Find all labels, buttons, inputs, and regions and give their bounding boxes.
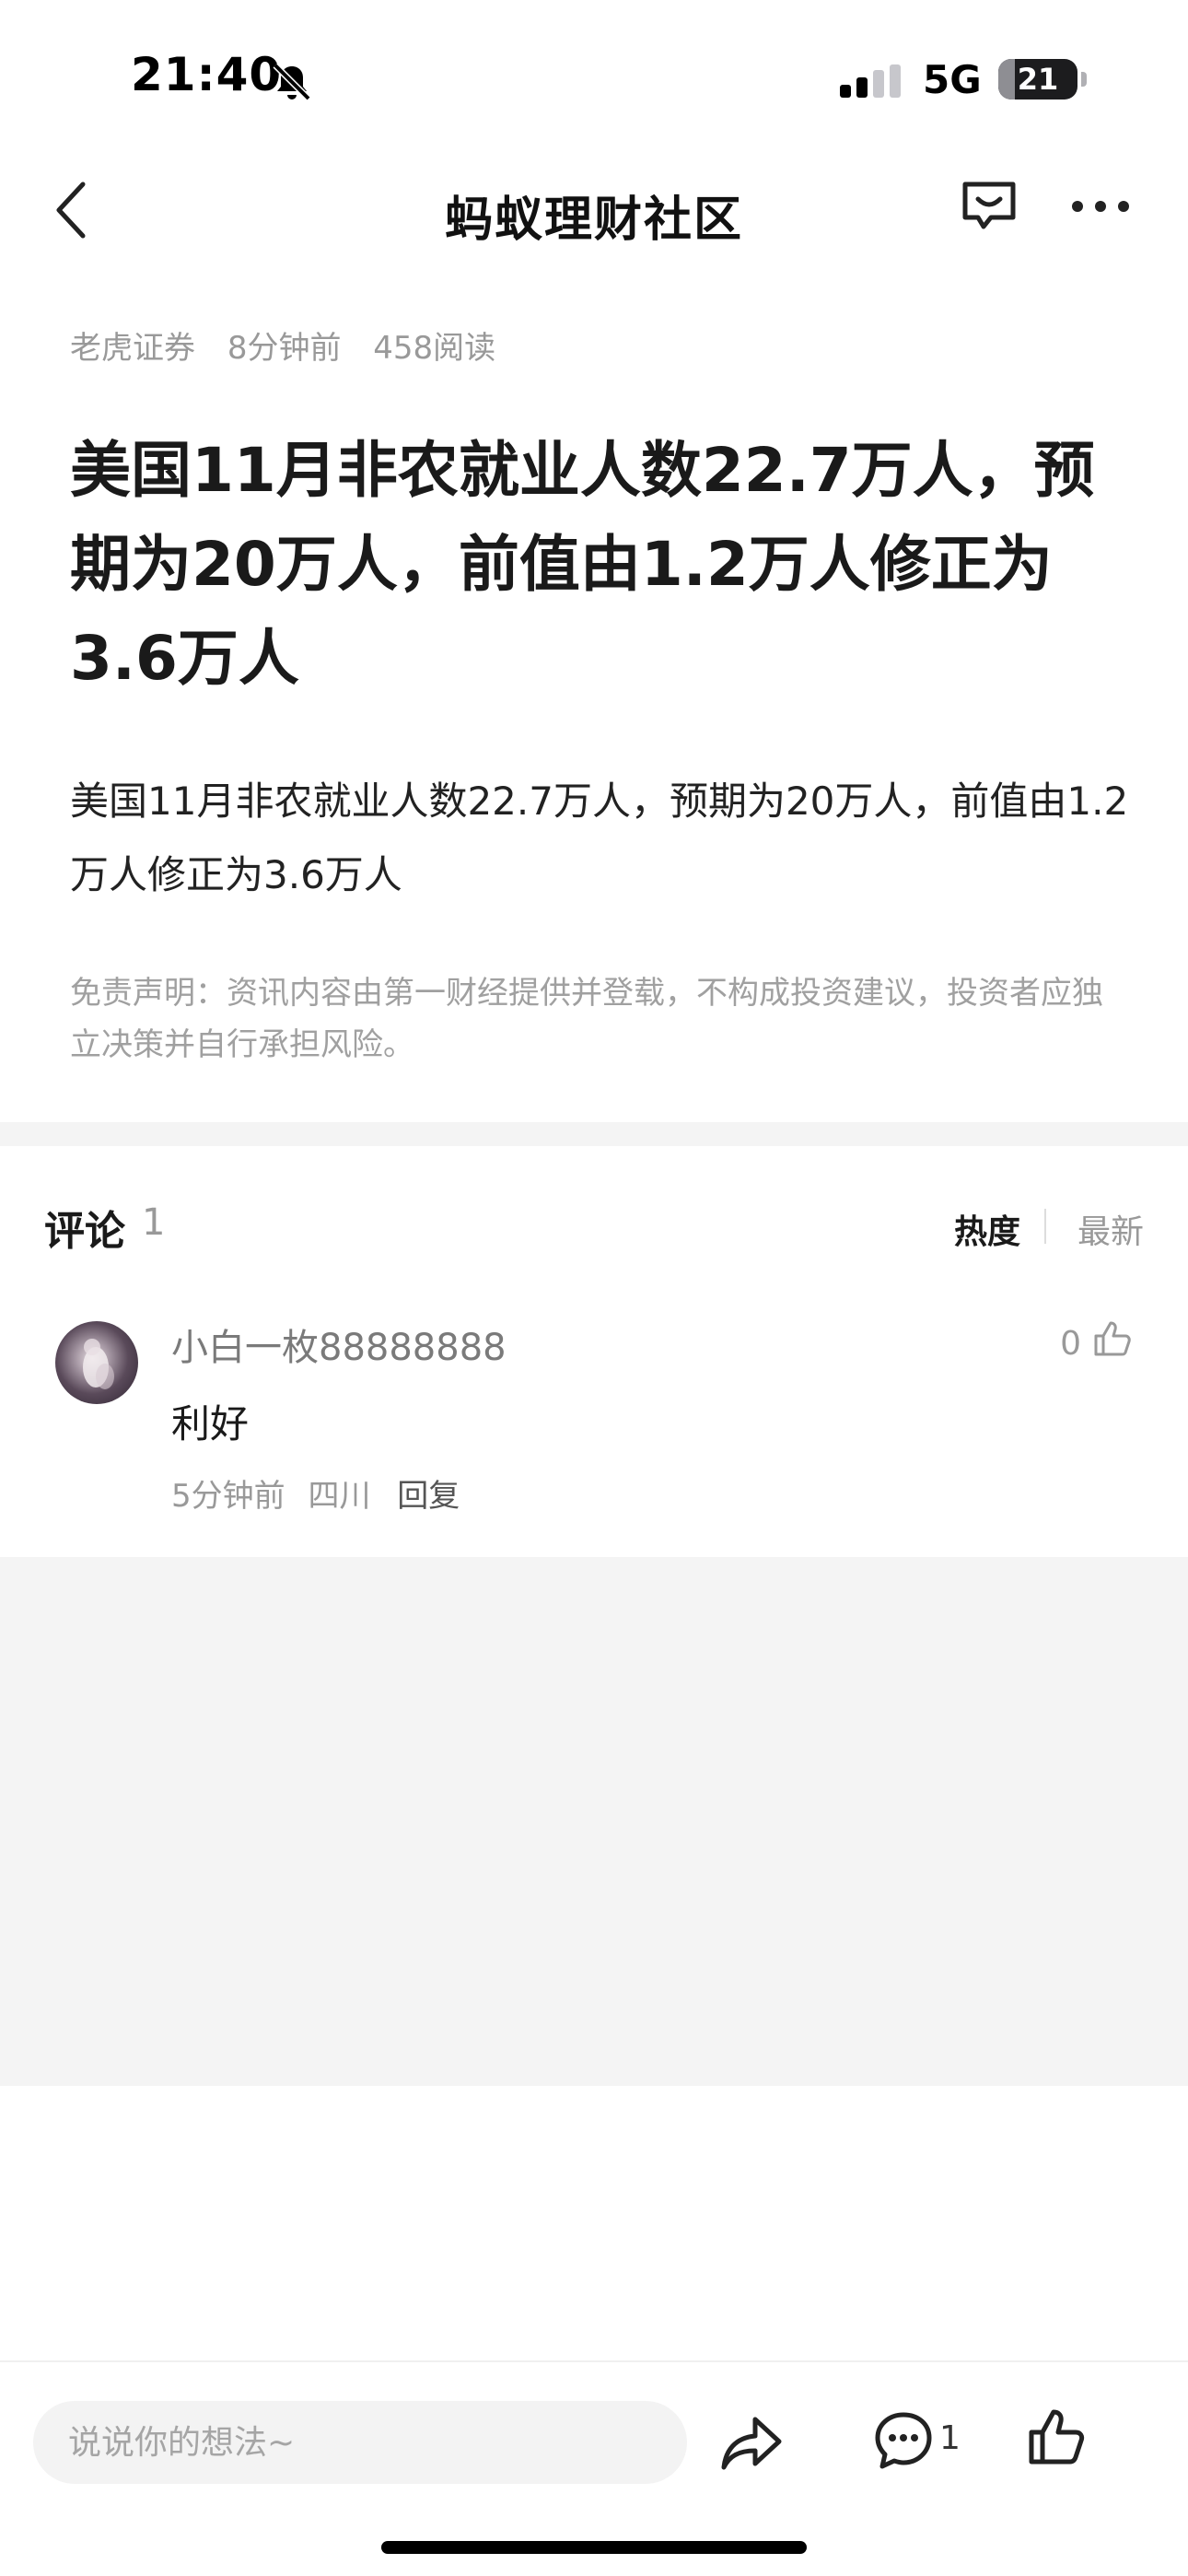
message-icon[interactable]	[960, 177, 1019, 236]
avatar-image	[83, 1339, 114, 1389]
comment-item: 小白一枚88888888 利好 5分钟前 四川 回复 0	[55, 1312, 1133, 1542]
article: 老虎证券 8分钟前 458阅读 美国11月非农就业人数22.7万人，预期为20万…	[70, 322, 1129, 1071]
status-time: 21:40	[131, 48, 283, 101]
section-divider	[0, 1122, 1188, 1146]
disclaimer: 免责声明：资讯内容由第一财经提供并登载，不构成投资建议，投资者应独立决策并自行承…	[70, 975, 1103, 1063]
sort-divider	[1044, 1209, 1046, 1244]
battery-cap	[1081, 72, 1087, 87]
sort-new-tab[interactable]: 最新	[1077, 1205, 1144, 1253]
comment-location: 四川	[308, 1478, 371, 1515]
network-type: 5G	[923, 57, 982, 102]
signal-icon	[840, 64, 901, 98]
article-meta: 老虎证券 8分钟前 458阅读	[70, 322, 1129, 378]
thumbs-up-icon[interactable]	[1026, 2406, 1087, 2467]
article-reads: 458阅读	[373, 330, 496, 367]
comments-title: 评论	[44, 1208, 125, 1255]
comment-time: 5分钟前	[171, 1478, 285, 1515]
bottom-comment-count: 1	[939, 2419, 961, 2457]
battery-icon: 21	[998, 59, 1077, 100]
comment-input[interactable]	[33, 2401, 687, 2484]
avatar[interactable]	[55, 1321, 138, 1404]
battery-level: 21	[1017, 62, 1059, 97]
more-icon[interactable]	[1068, 188, 1133, 225]
reply-button[interactable]: 回复	[397, 1478, 460, 1515]
empty-area	[0, 1557, 1188, 2086]
article-title: 美国11月非农就业人数22.7万人，预期为20万人，前值由1.2万人修正为3.6…	[70, 435, 1095, 694]
comment-text: 利好	[171, 1401, 250, 1446]
sort-hot-tab[interactable]: 热度	[954, 1205, 1020, 1253]
comment-like-count: 0	[1060, 1325, 1081, 1363]
nav-bar: 蚂蚁理财社区	[0, 157, 1188, 267]
comment-meta: 5分钟前 四川 回复	[171, 1470, 472, 1516]
status-bar: 21:40 5G 21	[0, 0, 1188, 138]
article-body: 美国11月非农就业人数22.7万人，预期为20万人，前值由1.2万人修正为3.6…	[70, 779, 1129, 897]
article-source[interactable]: 老虎证券	[70, 330, 195, 367]
bell-slash-icon	[273, 63, 311, 101]
share-icon[interactable]	[718, 2410, 785, 2476]
article-time: 8分钟前	[227, 330, 342, 367]
comment-username[interactable]: 小白一枚88888888	[171, 1317, 507, 1371]
comment-bubble-icon[interactable]	[873, 2410, 934, 2471]
home-indicator	[381, 2541, 807, 2554]
thumbs-up-icon[interactable]	[1092, 1317, 1133, 1358]
comments-header: 评论 1 热度 最新	[44, 1198, 1144, 1255]
comments-count: 1	[142, 1201, 166, 1244]
